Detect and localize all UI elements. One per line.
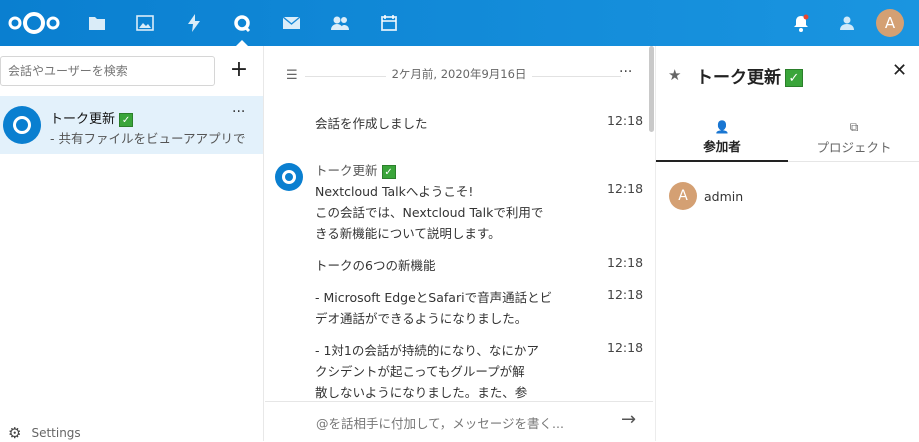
- message-composer: @を話相手に付加して，メッセージを書く... →: [265, 401, 653, 441]
- talk-bot-avatar: [3, 106, 41, 144]
- message-time: 12:18: [607, 181, 644, 196]
- send-icon[interactable]: →: [621, 409, 636, 430]
- message-text: - Microsoft EdgeとSafariで音声通話とビ: [315, 290, 553, 305]
- contacts-menu-icon[interactable]: [834, 10, 860, 36]
- contacts-icon[interactable]: [327, 10, 353, 36]
- favorite-star-icon[interactable]: ★: [668, 66, 681, 84]
- conversation-name: トーク更新 ✓: [50, 108, 134, 127]
- search-input[interactable]: [0, 56, 215, 86]
- add-conversation-button[interactable]: +: [226, 58, 252, 84]
- checkmark-icon: ✓: [785, 69, 803, 87]
- close-icon[interactable]: ✕: [892, 60, 907, 81]
- checkmark-icon: ✓: [119, 112, 134, 127]
- projects-icon: ⧉: [849, 120, 859, 134]
- chat-scrollbar[interactable]: [649, 46, 654, 132]
- message-text: 散しないようになりました。また、参: [315, 385, 528, 400]
- chat-options-icon[interactable]: ···: [619, 64, 632, 80]
- system-message: 会話を作成しました: [315, 116, 428, 131]
- message-author: トーク更新 ✓: [315, 160, 396, 181]
- conversations-sidebar: + トーク更新✓ - 共有ファイルをビューアアプリで ··· ⚙ Setting…: [0, 46, 264, 442]
- more-options-icon[interactable]: ···: [232, 104, 245, 120]
- message-time: 12:18: [607, 113, 644, 128]
- message-text: きる新機能について説明します。: [315, 226, 501, 241]
- files-icon[interactable]: [84, 10, 110, 36]
- talk-bot-avatar: [275, 163, 303, 191]
- message-time: 12:18: [607, 340, 644, 355]
- participant-item[interactable]: A admin: [669, 182, 743, 210]
- tab-projects[interactable]: ⧉ プロジェクト: [788, 120, 919, 162]
- message-text: デオ通話ができるようになりました。: [315, 311, 528, 326]
- message-text: この会話では、Nextcloud Talkで利用で: [315, 205, 544, 220]
- chat-panel: ☰ 2ケ月前, 2020年9月16日 ··· 会話を作成しました 12:18 ト…: [265, 46, 653, 441]
- calendar-icon[interactable]: [376, 10, 402, 36]
- notifications-icon[interactable]: [788, 10, 814, 36]
- details-sidebar: ★ トーク更新 ✓ ✕ 👤 参加者 ⧉ プロジェクト A admin: [655, 46, 919, 441]
- top-bar: A: [0, 0, 919, 46]
- message-time: 12:18: [607, 287, 644, 302]
- message-time: 12:18: [607, 255, 644, 270]
- talk-icon[interactable]: [229, 10, 255, 46]
- nextcloud-logo[interactable]: [6, 9, 62, 37]
- message-text: - 1対1の会話が持続的になり、なにかア: [315, 343, 539, 358]
- settings-button[interactable]: ⚙ Settings: [8, 424, 81, 442]
- conversation-item[interactable]: トーク更新 ✓ - 共有ファイルをビューアアプリで ···: [0, 96, 263, 154]
- message-text: クシデントが起こってもグループが解: [315, 364, 525, 379]
- message-text: Nextcloud Talkへようこそ!: [315, 184, 474, 199]
- checkmark-icon: ✓: [381, 164, 396, 179]
- message-text: トークの6つの新機能: [315, 258, 436, 273]
- message-input[interactable]: @を話相手に付加して，メッセージを書く...: [316, 413, 564, 432]
- mail-icon[interactable]: [278, 10, 304, 36]
- avatar: A: [669, 182, 697, 210]
- conversation-title: トーク更新 ✓: [696, 63, 803, 88]
- participants-icon: 👤: [714, 120, 730, 134]
- tab-participants[interactable]: 👤 参加者: [656, 120, 788, 162]
- activity-icon[interactable]: [181, 10, 207, 36]
- photos-icon[interactable]: [132, 10, 158, 36]
- user-avatar[interactable]: A: [876, 9, 904, 37]
- participant-name: admin: [704, 188, 744, 204]
- date-separator: 2ケ月前, 2020年9月16日: [265, 66, 653, 82]
- conversation-preview: - 共有ファイルをビューアアプリで: [50, 131, 246, 146]
- gear-icon: ⚙: [8, 424, 22, 442]
